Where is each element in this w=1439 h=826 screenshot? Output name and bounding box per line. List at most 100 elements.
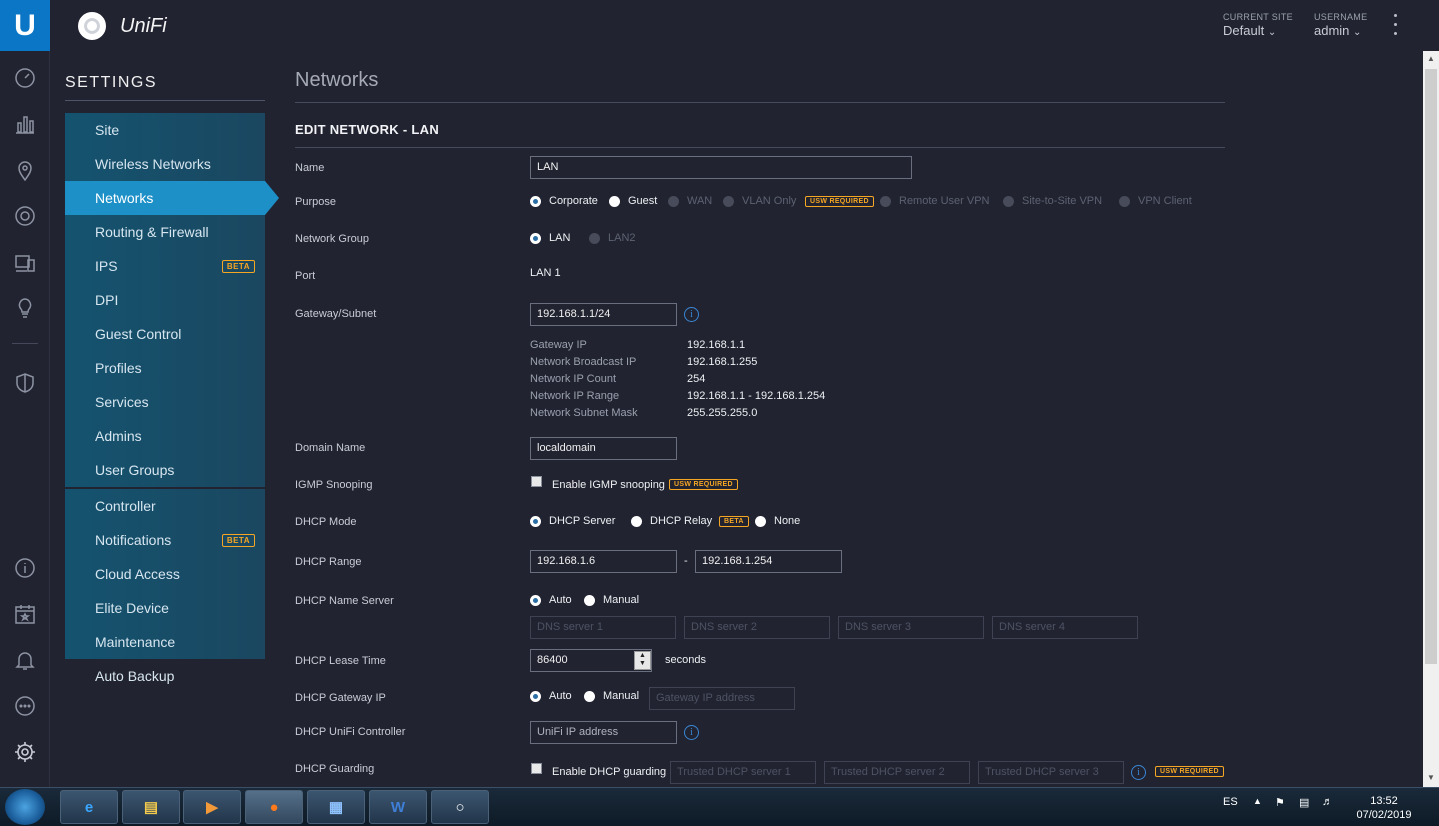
unifi-logo-icon: [78, 12, 106, 40]
unifi-ip-address-input[interactable]: UniFi IP address: [530, 721, 677, 744]
vertical-scrollbar[interactable]: ▲ ▼: [1423, 51, 1439, 787]
dashboard-icon[interactable]: [13, 66, 37, 90]
dns-auto-radio[interactable]: Auto: [530, 594, 572, 606]
beta-badge: BETA: [719, 516, 749, 527]
lease-stepper[interactable]: ▲ ▼: [634, 651, 651, 670]
scroll-up-icon[interactable]: ▲: [1427, 54, 1435, 63]
gateway-subnet-input[interactable]: 192.168.1.1/24: [530, 303, 677, 326]
gateway-ip-auto-radio[interactable]: Auto: [530, 690, 572, 702]
media-player-icon[interactable]: ▶: [183, 790, 241, 824]
dhcp-server-radio[interactable]: DHCP Server: [530, 515, 615, 527]
igmp-snooping-label: IGMP Snooping: [295, 479, 373, 491]
map-icon[interactable]: [13, 159, 37, 183]
info-icon[interactable]: i: [684, 307, 699, 322]
trusted-dhcp-server-1-input[interactable]: Trusted DHCP server 1: [670, 761, 816, 784]
menu-item-cloud-access[interactable]: Cloud Access: [65, 557, 265, 591]
dhcp-range-start-input[interactable]: 192.168.1.6: [530, 550, 677, 573]
menu-item-maintenance[interactable]: Maintenance: [65, 625, 265, 659]
dhcp-relay-radio[interactable]: DHCP Relay: [631, 515, 712, 527]
radio-label: VPN Client: [1138, 195, 1192, 207]
dhcp-guarding-checkbox[interactable]: [531, 763, 542, 774]
stepper-down-icon[interactable]: ▼: [635, 660, 650, 668]
menu-item-elite-device[interactable]: Elite Device: [65, 591, 265, 625]
network-group-lan2-radio[interactable]: LAN2: [589, 232, 636, 244]
menu-item-site[interactable]: Site: [65, 113, 265, 147]
detail-value: 192.168.1.255: [687, 356, 758, 368]
menu-item-wireless-networks[interactable]: Wireless Networks: [65, 147, 265, 181]
menu-item-guest-control[interactable]: Guest Control: [65, 317, 265, 351]
username-selector[interactable]: USERNAME admin ⌄: [1314, 12, 1367, 38]
chat-icon[interactable]: [13, 694, 37, 718]
purpose-remote-user-vpn-radio[interactable]: Remote User VPN: [880, 195, 989, 207]
stepper-up-icon[interactable]: ▲: [635, 652, 650, 660]
purpose-site-to-site-vpn-radio[interactable]: Site-to-Site VPN: [1003, 195, 1102, 207]
events-icon[interactable]: [13, 602, 37, 626]
dhcp-range-end-input[interactable]: 192.168.1.254: [695, 550, 842, 573]
file-explorer-icon[interactable]: ▤: [122, 790, 180, 824]
purpose-wan-radio[interactable]: WAN: [668, 195, 712, 207]
word-icon[interactable]: W: [369, 790, 427, 824]
name-input[interactable]: LAN: [530, 156, 912, 179]
info-icon[interactable]: i: [1131, 765, 1146, 780]
system-clock[interactable]: 13:52 07/02/2019: [1348, 794, 1420, 822]
trusted-dhcp-server-2-input[interactable]: Trusted DHCP server 2: [824, 761, 970, 784]
clients-icon[interactable]: [13, 251, 37, 275]
dhcp-none-radio[interactable]: None: [755, 515, 800, 527]
menu-item-label: DPI: [95, 292, 119, 308]
unifi-app-icon[interactable]: ○: [431, 790, 489, 824]
info-icon[interactable]: i: [684, 725, 699, 740]
domain-name-input[interactable]: localdomain: [530, 437, 677, 460]
menu-item-ips[interactable]: IPS BETA: [65, 249, 265, 283]
purpose-vpn-client-radio[interactable]: VPN Client: [1119, 195, 1192, 207]
volume-icon[interactable]: ♬: [1322, 796, 1333, 808]
igmp-snooping-checkbox[interactable]: [531, 476, 542, 487]
dhcp-mode-label: DHCP Mode: [295, 516, 357, 528]
scroll-down-icon[interactable]: ▼: [1427, 773, 1435, 782]
ubiquiti-logo[interactable]: U: [0, 0, 50, 51]
dns-server-4-input[interactable]: DNS server 4: [992, 616, 1138, 639]
dns-server-1-input[interactable]: DNS server 1: [530, 616, 676, 639]
menu-item-profiles[interactable]: Profiles: [65, 351, 265, 385]
purpose-vlan-only-radio[interactable]: VLAN Only: [723, 195, 796, 207]
purpose-corporate-radio[interactable]: Corporate: [530, 195, 598, 207]
trusted-dhcp-server-3-input[interactable]: Trusted DHCP server 3: [978, 761, 1124, 784]
alerts-bell-icon[interactable]: [13, 648, 37, 672]
detail-value: 192.168.1.1 - 192.168.1.254: [687, 390, 826, 402]
dns-server-3-input[interactable]: DNS server 3: [838, 616, 984, 639]
menu-item-controller[interactable]: Controller: [65, 489, 265, 523]
menu-item-networks[interactable]: Networks: [65, 181, 279, 215]
dns-manual-radio[interactable]: Manual: [584, 594, 639, 606]
settings-gear-icon[interactable]: [13, 740, 37, 764]
tray-expand-icon[interactable]: ▲: [1253, 796, 1262, 806]
statistics-icon[interactable]: [13, 112, 37, 136]
insights-icon[interactable]: [13, 296, 37, 320]
beta-badge: BETA: [221, 260, 255, 273]
windows-start-icon[interactable]: [5, 789, 45, 825]
internet-explorer-icon[interactable]: e: [60, 790, 118, 824]
action-center-icon[interactable]: ⚑: [1275, 796, 1285, 809]
radio-selected-icon: [530, 594, 541, 606]
menu-item-services[interactable]: Services: [65, 385, 265, 419]
firefox-icon[interactable]: ●: [245, 790, 303, 824]
info-icon[interactable]: [13, 556, 37, 580]
language-indicator[interactable]: ES: [1223, 796, 1238, 808]
gateway-ip-manual-radio[interactable]: Manual: [584, 690, 639, 702]
gateway-ip-input[interactable]: Gateway IP address: [649, 687, 795, 710]
menu-item-routing-firewall[interactable]: Routing & Firewall: [65, 215, 265, 249]
purpose-guest-radio[interactable]: Guest: [609, 195, 657, 207]
menu-item-auto-backup[interactable]: Auto Backup: [65, 659, 265, 693]
network-group-lan-radio[interactable]: LAN: [530, 232, 570, 244]
more-menu-icon[interactable]: [1393, 14, 1399, 41]
radio-selected-icon: [530, 515, 541, 527]
menu-item-admins[interactable]: Admins: [65, 419, 265, 453]
devices-icon[interactable]: [13, 204, 37, 228]
menu-item-user-groups[interactable]: User Groups: [65, 453, 265, 487]
control-panel-icon[interactable]: ▦: [307, 790, 365, 824]
dns-server-2-input[interactable]: DNS server 2: [684, 616, 830, 639]
shield-icon[interactable]: [13, 371, 37, 395]
current-site-selector[interactable]: CURRENT SITE Default ⌄: [1223, 12, 1293, 38]
menu-item-dpi[interactable]: DPI: [65, 283, 265, 317]
menu-item-notifications[interactable]: Notifications BETA: [65, 523, 265, 557]
scrollbar-thumb[interactable]: [1425, 69, 1437, 664]
network-icon[interactable]: ▤: [1299, 796, 1309, 809]
